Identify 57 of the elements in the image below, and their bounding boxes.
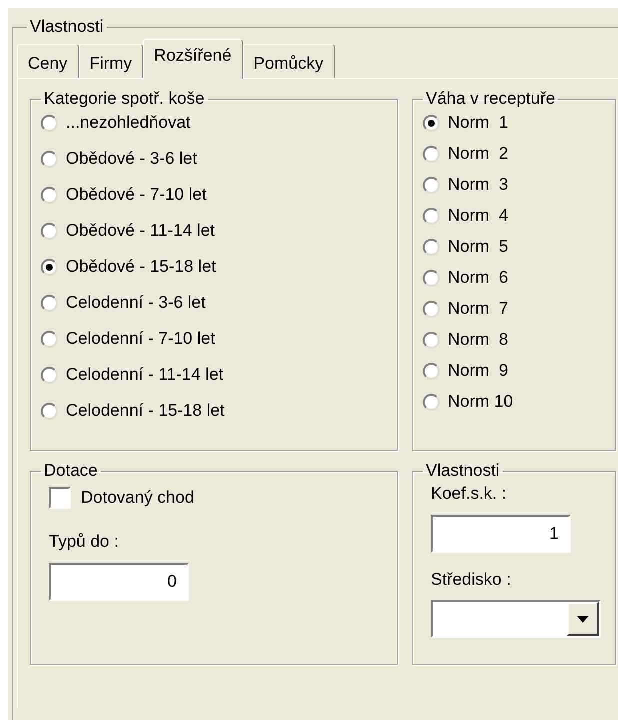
option-label: Norm 7 (448, 298, 508, 320)
tab[interactable]: Pomůcky (242, 44, 335, 78)
field-label: Typů do : (49, 531, 120, 553)
radio-button[interactable] (423, 300, 440, 318)
radio-button[interactable] (41, 150, 58, 168)
option-label: ...nezohledňovat (66, 112, 191, 134)
field-label: Středisko : (431, 568, 512, 590)
checkbox[interactable] (49, 487, 71, 509)
input-field[interactable]: 1 (431, 514, 571, 552)
radio-button[interactable] (423, 114, 440, 132)
radio-button[interactable] (41, 294, 58, 312)
option-label: Celodenní - 3-6 let (66, 292, 206, 314)
checkbox-label: Dotovaný chod (81, 487, 194, 510)
radio-button[interactable] (41, 114, 58, 132)
radio-button[interactable] (423, 270, 440, 286)
radio-button[interactable] (41, 402, 58, 420)
radio-button[interactable] (41, 366, 58, 384)
input-field[interactable]: 0 (49, 562, 189, 600)
dropdown-button[interactable] (567, 602, 599, 636)
option-label: Norm 6 (448, 267, 508, 290)
option-label: Obědové - 11-14 let (66, 220, 215, 242)
option-label: Norm 4 (448, 205, 508, 228)
option-label: Norm 9 (448, 360, 508, 382)
field-label: Koef.s.k. : (431, 483, 508, 505)
option-label: Celodenní - 15-18 let (66, 400, 225, 422)
radio-button[interactable] (423, 362, 440, 380)
option-label: Celodenní - 7-10 let (66, 328, 216, 350)
group-title: Vlastnosti (29, 16, 105, 38)
radio-button[interactable] (41, 186, 58, 204)
option-label: Norm 8 (448, 329, 508, 352)
radio-button[interactable] (41, 222, 58, 240)
group-title: Kategorie spotř. koše (43, 89, 206, 109)
option-label: Obědové - 7-10 let (66, 184, 207, 206)
radio-button[interactable] (423, 238, 440, 256)
option-label: Norm 2 (448, 143, 508, 166)
option-label: Norm 1 (448, 112, 508, 134)
option-label: Norm 3 (448, 174, 508, 196)
group-title: Dotace (43, 461, 99, 481)
tab[interactable]: Rozšířené (143, 39, 243, 79)
radio-button[interactable] (41, 330, 58, 348)
caret-icon (577, 616, 589, 622)
tab[interactable]: Ceny (17, 44, 79, 78)
option-label: Obědové - 15-18 let (66, 256, 216, 278)
radio-button[interactable] (423, 394, 440, 410)
radio-button[interactable] (423, 332, 440, 348)
option-label: Norm 5 (448, 236, 508, 258)
dropdown[interactable] (431, 600, 601, 638)
group-title: Vlastnosti (425, 461, 501, 481)
radio-button[interactable] (423, 176, 440, 194)
group-title: Váha v receptuře (425, 89, 556, 109)
radio-button[interactable] (423, 146, 440, 162)
option-label: Norm 10 (448, 391, 514, 414)
option-label: Obědové - 3-6 let (66, 148, 198, 170)
radio-button[interactable] (423, 208, 440, 224)
option-label: Celodenní - 11-14 let (66, 364, 224, 386)
tab[interactable]: Firmy (78, 44, 144, 78)
radio-button[interactable] (41, 258, 58, 276)
